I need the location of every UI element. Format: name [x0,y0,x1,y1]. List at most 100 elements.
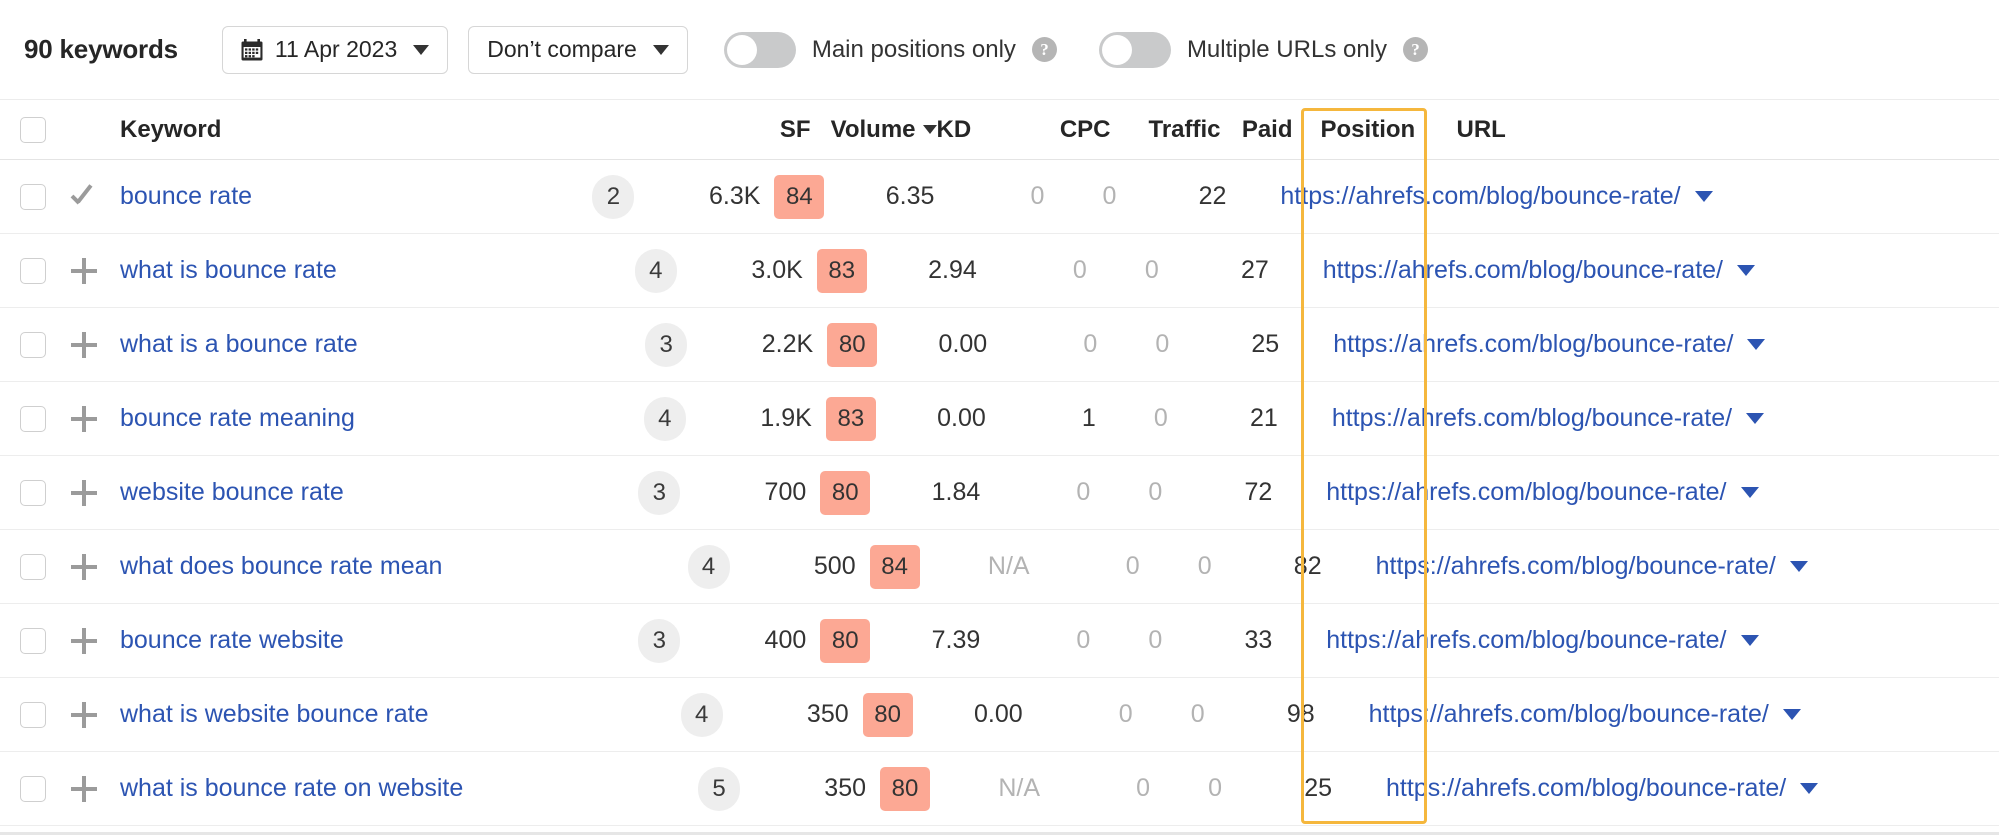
keyword-link[interactable]: what is bounce rate on website [120,774,463,802]
main-positions-only-toggle[interactable] [724,32,796,68]
add-keyword-icon[interactable] [71,258,97,284]
column-header-cpc[interactable]: CPC [1015,116,1111,144]
keyword-link[interactable]: website bounce rate [120,478,344,506]
table-row[interactable]: what is website bounce rate4350800.00009… [0,678,1999,752]
compare-dropdown-button[interactable]: Don’t compare [468,26,688,74]
row-checkbox[interactable] [20,628,46,654]
traffic-cell: 0 [977,256,1087,285]
kd-badge: 80 [880,767,930,811]
main-positions-only-control: Main positions only ? [724,32,1057,68]
column-header-url[interactable]: URL [1423,116,1999,144]
position-cell: 21 [1180,404,1298,433]
url-link[interactable]: https://ahrefs.com/blog/bounce-rate/ [1376,552,1776,581]
row-checkbox[interactable] [20,480,46,506]
row-select-cell [0,258,62,284]
url-dropdown-icon[interactable] [1800,783,1818,794]
column-header-sf[interactable]: SF [715,116,825,144]
position-cell: 33 [1174,626,1292,655]
keyword-link[interactable]: what is a bounce rate [120,330,358,358]
add-keyword-icon[interactable] [71,702,97,728]
row-checkbox[interactable] [20,258,46,284]
url-dropdown-icon[interactable] [1741,487,1759,498]
url-cell: https://ahrefs.com/blog/bounce-rate/ [1289,256,1999,285]
add-keyword-icon[interactable] [71,554,97,580]
table-row[interactable]: bounce rate26.3K846.350022https://ahrefs… [0,160,1999,234]
url-link[interactable]: https://ahrefs.com/blog/bounce-rate/ [1326,478,1726,507]
table-header-row: Keyword SF Volume KD CPC Traffic Paid Po… [0,100,1999,160]
table-row[interactable]: what is a bounce rate32.2K800.000025http… [0,308,1999,382]
column-header-volume[interactable]: Volume [825,116,937,144]
url-dropdown-icon[interactable] [1741,635,1759,646]
row-select-cell [0,776,62,802]
column-header-volume-label: Volume [831,116,916,144]
keyword-cell: what is a bounce rate [106,330,591,359]
column-header-paid[interactable]: Paid [1221,116,1305,144]
date-picker-button[interactable]: 11 Apr 2023 [222,26,448,74]
keyword-link[interactable]: bounce rate meaning [120,404,355,432]
paid-cell: 0 [1090,626,1174,655]
keyword-link[interactable]: bounce rate website [120,626,344,654]
url-dropdown-icon[interactable] [1783,709,1801,720]
kd-badge: 80 [820,471,870,515]
column-header-traffic[interactable]: Traffic [1111,116,1221,144]
row-action-cell [62,776,106,802]
url-link[interactable]: https://ahrefs.com/blog/bounce-rate/ [1280,182,1680,211]
url-dropdown-icon[interactable] [1695,191,1713,202]
url-link[interactable]: https://ahrefs.com/blog/bounce-rate/ [1332,404,1732,433]
column-header-keyword[interactable]: Keyword [106,116,715,144]
keyword-cell: website bounce rate [106,478,584,507]
url-cell: https://ahrefs.com/blog/bounce-rate/ [1246,182,1999,211]
position-cell: 22 [1128,182,1246,211]
add-keyword-icon[interactable] [71,332,97,358]
added-check-icon[interactable] [70,184,98,210]
url-link[interactable]: https://ahrefs.com/blog/bounce-rate/ [1323,256,1723,285]
column-header-position[interactable]: Position [1305,116,1423,144]
help-icon[interactable]: ? [1403,37,1428,62]
kd-badge: 83 [826,397,876,441]
multiple-urls-only-label: Multiple URLs only [1187,36,1387,64]
kd-badge: 84 [870,545,920,589]
add-keyword-icon[interactable] [71,776,97,802]
help-icon[interactable]: ? [1032,37,1057,62]
select-all-checkbox[interactable] [20,117,46,143]
url-cell: https://ahrefs.com/blog/bounce-rate/ [1335,700,1999,729]
kd-cell: 80 [806,471,884,515]
url-dropdown-icon[interactable] [1746,413,1764,424]
table-row[interactable]: website bounce rate3700801.840072https:/… [0,456,1999,530]
url-link[interactable]: https://ahrefs.com/blog/bounce-rate/ [1386,774,1786,803]
row-checkbox[interactable] [20,702,46,728]
row-checkbox[interactable] [20,776,46,802]
paid-cell: 0 [1133,700,1217,729]
traffic-cell: 0 [980,626,1090,655]
row-checkbox[interactable] [20,554,46,580]
table-row[interactable]: what does bounce rate mean450084N/A0082h… [0,530,1999,604]
keyword-link[interactable]: bounce rate [120,182,252,210]
paid-cell: 0 [1140,552,1224,581]
keyword-link[interactable]: what does bounce rate mean [120,552,442,580]
url-link[interactable]: https://ahrefs.com/blog/bounce-rate/ [1333,330,1733,359]
url-dropdown-icon[interactable] [1790,561,1808,572]
column-header-kd[interactable]: KD [937,116,1015,144]
add-keyword-icon[interactable] [71,406,97,432]
multiple-urls-only-toggle[interactable] [1099,32,1171,68]
table-row[interactable]: bounce rate meaning41.9K830.001021https:… [0,382,1999,456]
url-link[interactable]: https://ahrefs.com/blog/bounce-rate/ [1369,700,1769,729]
sf-cell: 4 [627,693,737,737]
url-dropdown-icon[interactable] [1747,339,1765,350]
table-row[interactable]: bounce rate website3400807.390033https:/… [0,604,1999,678]
row-checkbox[interactable] [20,184,46,210]
add-keyword-icon[interactable] [71,628,97,654]
keyword-link[interactable]: what is bounce rate [120,256,337,284]
table-row[interactable]: what is bounce rate43.0K832.940027https:… [0,234,1999,308]
url-link[interactable]: https://ahrefs.com/blog/bounce-rate/ [1326,626,1726,655]
volume-cell: 3.0K [691,256,803,285]
keyword-cell: what is bounce rate on website [106,774,644,803]
multiple-urls-only-control: Multiple URLs only ? [1099,32,1428,68]
url-dropdown-icon[interactable] [1737,265,1755,276]
add-keyword-icon[interactable] [71,480,97,506]
row-checkbox[interactable] [20,332,46,358]
row-checkbox[interactable] [20,406,46,432]
table-row[interactable]: what is bounce rate on website535080N/A0… [0,752,1999,826]
traffic-cell: 0 [934,182,1044,211]
keyword-link[interactable]: what is website bounce rate [120,700,429,728]
